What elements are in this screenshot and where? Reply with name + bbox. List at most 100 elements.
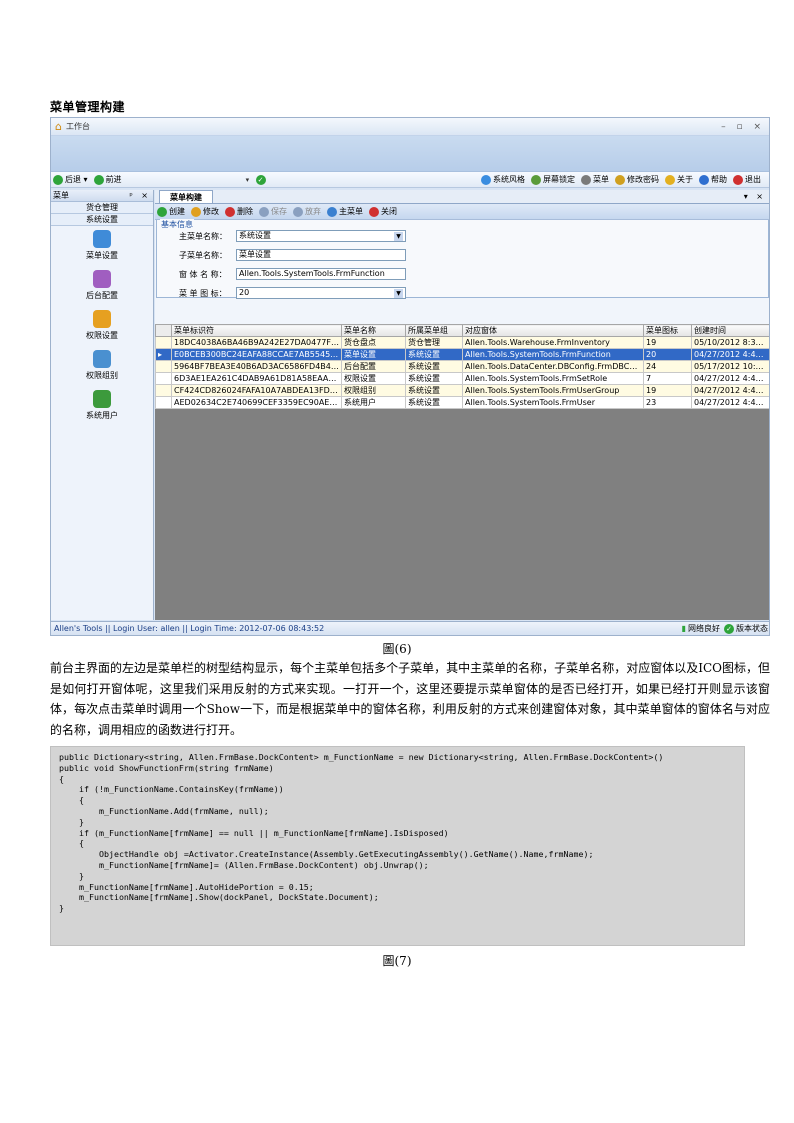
table-cell[interactable]: 04/27/2012 4:46 PM	[691, 396, 769, 409]
toolbar-item-0[interactable]: 系统风格	[481, 174, 525, 185]
table-row[interactable]: ▸ E0BCEB300BC24EAFA88CCAE7AB5545F8 菜单设置 系统设…	[155, 348, 769, 361]
table-cell[interactable]: Allen.Tools.SystemTools.FrmFunction	[462, 348, 644, 361]
table-cell[interactable]: 菜单设置	[341, 348, 406, 361]
column-header[interactable]: 对应窗体	[462, 324, 644, 337]
table-row[interactable]: AED02634C2E740699CEF3359EC90AEAA 系统用户 系统设置…	[155, 396, 769, 409]
table-row[interactable]: 5964BF7BEA3E40B6AD3AC6586FD4B4B0 后台配置 系统设置…	[155, 360, 769, 373]
table-cell[interactable]: 权限组别	[341, 384, 406, 397]
row-header[interactable]	[155, 360, 172, 373]
table-cell[interactable]: E0BCEB300BC24EAFA88CCAE7AB5545F8	[171, 348, 342, 361]
row-header[interactable]: ▸	[155, 348, 172, 361]
row-header[interactable]	[155, 336, 172, 349]
sidebar-item-0[interactable]: 菜单设置	[51, 226, 153, 266]
column-header[interactable]: 菜单标识符	[171, 324, 342, 337]
table-cell[interactable]: Allen.Tools.Warehouse.FrmInventory	[462, 336, 644, 349]
basic-info-panel: 基本信息 主菜单名称： 系统设置 ▼ 子菜单名称： 菜单设置窗 体 名 称： Allen.…	[156, 219, 769, 299]
table-row[interactable]: CF424CD826024FAFA10A7ABDEA13FDDA 权限组别 系统设置…	[155, 384, 769, 397]
toolbar-item-1[interactable]: 屏幕锁定	[531, 174, 575, 185]
content-toolbar-button-4[interactable]: 放弃	[293, 206, 321, 217]
column-header[interactable]: 菜单名称	[341, 324, 406, 337]
table-cell[interactable]: 货仓盘点	[341, 336, 406, 349]
content-toolbar-button-1[interactable]: 修改	[191, 206, 219, 217]
code-line: }	[59, 870, 84, 881]
chevron-down-icon[interactable]: ▼	[394, 231, 403, 241]
sidebar-item-4[interactable]: 系统用户	[51, 386, 153, 426]
tab-menu-build[interactable]: 菜单构建	[159, 190, 213, 203]
table-cell[interactable]: 04/27/2012 4:48 PM	[691, 372, 769, 385]
sidebar-item-label: 系统用户	[86, 411, 118, 420]
table-cell[interactable]: 19	[643, 384, 692, 397]
content-toolbar-button-3[interactable]: 保存	[259, 206, 287, 217]
column-header[interactable]: 菜单图标	[643, 324, 692, 337]
column-header[interactable]: 所属菜单组	[405, 324, 463, 337]
table-cell[interactable]: 19	[643, 336, 692, 349]
home-icon[interactable]: ⌂	[55, 120, 62, 133]
sidebar-item-2[interactable]: 权限设置	[51, 306, 153, 346]
table-cell[interactable]: 05/10/2012 8:35 AM	[691, 336, 769, 349]
back-button[interactable]: 后退 ▾	[53, 174, 88, 185]
column-header[interactable]: 创建时间	[691, 324, 769, 337]
table-cell[interactable]: 货仓管理	[405, 336, 463, 349]
row-header[interactable]	[155, 384, 172, 397]
app-screenshot: ⌂ 工作台 – ▫ × 后退 ▾ 前进 ▾ ✓ 系统风格 屏幕锁定 菜单 修改密码 关于…	[50, 117, 770, 636]
table-cell[interactable]: Allen.Tools.DataCenter.DBConfig.FrmDBCon…	[462, 360, 644, 373]
sidebar-item-1[interactable]: 后台配置	[51, 266, 153, 306]
window-controls[interactable]: – ▫ ×	[721, 122, 765, 132]
code-line: m_FunctionName.Add(frmName, null);	[59, 805, 269, 816]
form-input[interactable]: 菜单设置	[236, 249, 406, 261]
table-cell[interactable]: Allen.Tools.SystemTools.FrmSetRole	[462, 372, 644, 385]
version-status: 版本状态	[736, 624, 768, 633]
form-select[interactable]: 系统设置 ▼	[236, 230, 406, 242]
sidebar-group-system[interactable]: 系统设置	[51, 214, 153, 226]
table-cell[interactable]: 7	[643, 372, 692, 385]
toolbar-item-4[interactable]: 关于	[665, 174, 693, 185]
content-toolbar-label: 创建	[169, 207, 185, 216]
go-check-icon[interactable]: ✓	[255, 174, 266, 185]
row-header[interactable]	[155, 396, 172, 409]
table-cell[interactable]: 04/27/2012 4:48 PM	[691, 384, 769, 397]
table-cell[interactable]: 5964BF7BEA3E40B6AD3AC6586FD4B4B0	[171, 360, 342, 373]
toolbar-item-label: 修改密码	[627, 175, 659, 184]
table-cell[interactable]: AED02634C2E740699CEF3359EC90AEAA	[171, 396, 342, 409]
toolbar-item-5[interactable]: 帮助	[699, 174, 727, 185]
form-input[interactable]: Allen.Tools.SystemTools.FrmFunction	[236, 268, 406, 280]
table-cell[interactable]: 05/17/2012 10:57 ...	[691, 360, 769, 373]
table-cell[interactable]: 04/27/2012 4:45 PM	[691, 348, 769, 361]
table-cell[interactable]: CF424CD826024FAFA10A7ABDEA13FDDA	[171, 384, 342, 397]
table-cell[interactable]: Allen.Tools.SystemTools.FrmUser	[462, 396, 644, 409]
content-toolbar-button-5[interactable]: 主菜单	[327, 206, 363, 217]
table-cell[interactable]: 后台配置	[341, 360, 406, 373]
palette-icon	[481, 174, 491, 185]
chevron-down-icon[interactable]: ▼	[394, 288, 403, 298]
table-cell[interactable]: 24	[643, 360, 692, 373]
table-row[interactable]: 18DC4038A6BA46B9A242E27DA0477FE9 货仓盘点 货仓管理…	[155, 336, 769, 349]
content-toolbar-button-6[interactable]: 关闭	[369, 206, 397, 217]
sidebar-item-3[interactable]: 权限组别	[51, 346, 153, 386]
toolbar-item-2[interactable]: 菜单	[581, 174, 609, 185]
table-cell[interactable]: 系统设置	[405, 372, 463, 385]
form-select[interactable]: 20 ▼	[236, 287, 406, 299]
row-header[interactable]	[155, 372, 172, 385]
sidebar-controls[interactable]: ᵖ ×	[129, 191, 151, 200]
tab-controls[interactable]: ▾ ×	[744, 192, 766, 201]
table-cell[interactable]: 系统用户	[341, 396, 406, 409]
forward-button[interactable]: 前进	[93, 174, 122, 185]
toolbar-item-6[interactable]: 退出	[733, 174, 761, 185]
sidebar-group-warehouse[interactable]: 货仓管理	[51, 202, 153, 214]
table-cell[interactable]: 23	[643, 396, 692, 409]
table-cell[interactable]: 20	[643, 348, 692, 361]
content-toolbar-button-0[interactable]: 创建	[157, 206, 185, 217]
table-cell[interactable]: Allen.Tools.SystemTools.FrmUserGroup	[462, 384, 644, 397]
table-cell[interactable]: 系统设置	[405, 360, 463, 373]
toolbar-item-label: 菜单	[593, 175, 609, 184]
table-cell[interactable]: 权限设置	[341, 372, 406, 385]
table-cell[interactable]: 6D3AE1EA261C4DAB9A61D81A58EAA68C	[171, 372, 342, 385]
table-cell[interactable]: 系统设置	[405, 348, 463, 361]
table-row[interactable]: 6D3AE1EA261C4DAB9A61D81A58EAA68C 权限设置 系统设置…	[155, 372, 769, 385]
table-cell[interactable]: 系统设置	[405, 396, 463, 409]
table-cell[interactable]: 系统设置	[405, 384, 463, 397]
content-toolbar-button-2[interactable]: 删除	[225, 206, 253, 217]
address-dropdown[interactable]: ▾	[246, 176, 253, 184]
table-cell[interactable]: 18DC4038A6BA46B9A242E27DA0477FE9	[171, 336, 342, 349]
toolbar-item-3[interactable]: 修改密码	[615, 174, 659, 185]
